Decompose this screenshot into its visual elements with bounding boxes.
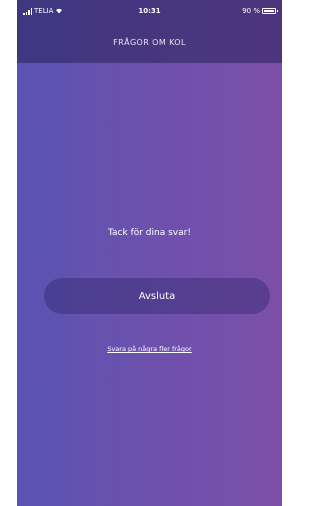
page-title: FRÅGOR OM KOL <box>113 38 186 47</box>
finish-button-label: Avsluta <box>138 290 176 302</box>
status-bar: TELIA 10:31 90 % <box>17 0 282 22</box>
battery-percent: 90 % <box>242 7 260 15</box>
status-right: 90 % <box>242 7 278 15</box>
finish-button[interactable]: Avsluta <box>44 278 270 314</box>
more-questions-link[interactable]: Svara på några fler frågor <box>17 345 282 353</box>
app-screen: TELIA 10:31 90 % FRÅGOR OM KOL Tack för … <box>17 0 282 506</box>
thanks-message: Tack för dina svar! <box>108 228 191 238</box>
nav-bar: FRÅGOR OM KOL <box>17 22 282 63</box>
battery-icon <box>262 8 278 14</box>
